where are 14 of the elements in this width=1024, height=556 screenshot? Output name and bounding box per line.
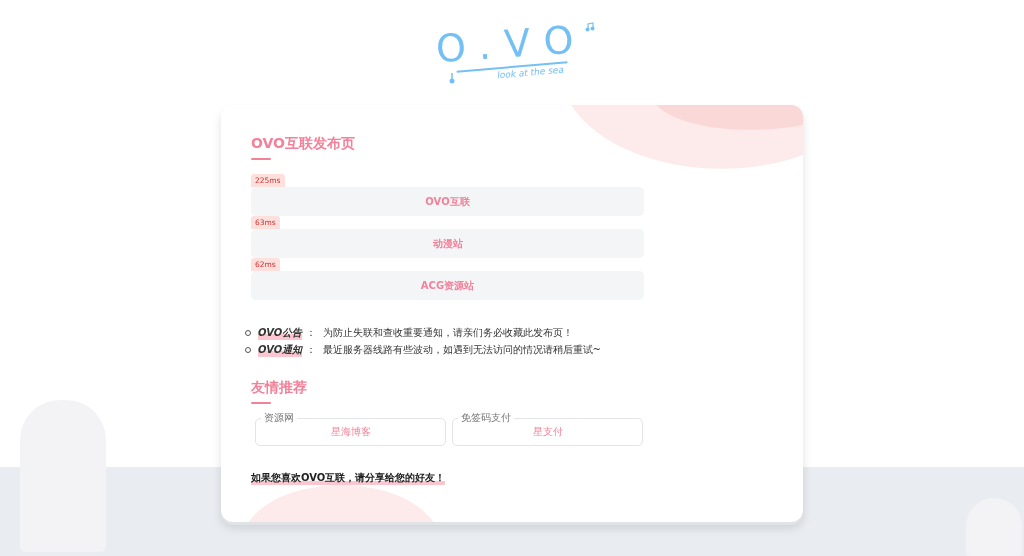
section-title: 友情推荐 — [251, 379, 308, 395]
notice-label: OVO公告 — [258, 326, 303, 340]
logo-tagline: look at the sea — [456, 61, 568, 84]
link-button[interactable]: OVO互联 — [251, 187, 644, 216]
friend-link[interactable]: 免签码支付 星支付 — [452, 412, 643, 446]
notice-text: ： 为防止失联和查收重要通知，请亲们务必收藏此发布页！ — [306, 326, 573, 340]
music-note-icon — [585, 22, 595, 32]
link-button[interactable]: 动漫站 — [251, 229, 644, 258]
notice-text: ： 最近服务器线路有些波动，如遇到无法访问的情况请稍后重试~ — [306, 343, 601, 357]
notice-label: OVO通知 — [258, 343, 303, 357]
section-title: OVO互联发布页 — [251, 135, 356, 151]
friend-link[interactable]: 资源网 星海博客 — [255, 412, 446, 446]
link-button[interactable]: ACG资源站 — [251, 271, 644, 300]
share-text: 如果您喜欢OVO互联，请分享给您的好友！ — [251, 471, 446, 485]
